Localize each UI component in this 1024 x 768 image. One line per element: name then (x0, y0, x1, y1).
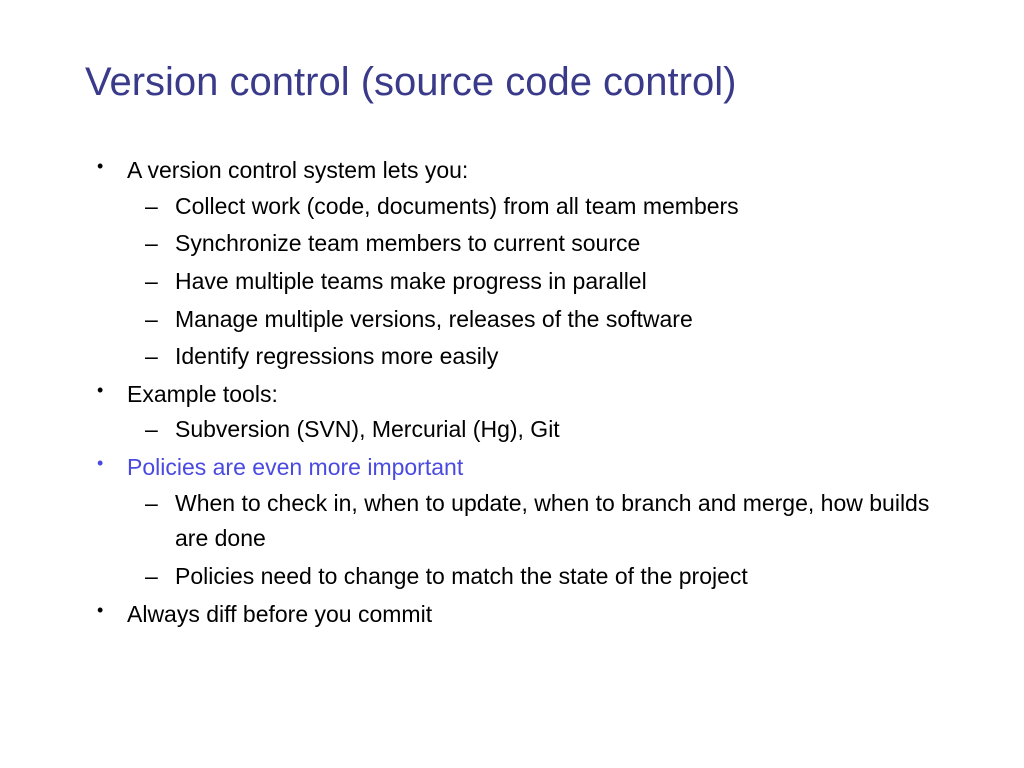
bullet-list-level2: When to check in, when to update, when t… (127, 486, 939, 595)
sub-bullet-item: Manage multiple versions, releases of th… (127, 302, 939, 338)
sub-bullet-item: Collect work (code, documents) from all … (127, 189, 939, 225)
bullet-text: A version control system lets you: (127, 157, 468, 183)
sub-bullet-text: Identify regressions more easily (175, 343, 498, 369)
sub-bullet-text: Have multiple teams make progress in par… (175, 268, 647, 294)
bullet-item: Example tools: Subversion (SVN), Mercuri… (85, 377, 939, 448)
sub-bullet-item: Synchronize team members to current sour… (127, 226, 939, 262)
sub-bullet-text: When to check in, when to update, when t… (175, 490, 929, 552)
bullet-text: Always diff before you commit (127, 601, 432, 627)
bullet-text: Example tools: (127, 381, 278, 407)
sub-bullet-item: Identify regressions more easily (127, 339, 939, 375)
bullet-list-level2: Subversion (SVN), Mercurial (Hg), Git (127, 412, 939, 448)
sub-bullet-text: Collect work (code, documents) from all … (175, 193, 739, 219)
slide-title: Version control (source code control) (85, 60, 939, 105)
sub-bullet-item: Policies need to change to match the sta… (127, 559, 939, 595)
bullet-item: Always diff before you commit (85, 597, 939, 633)
sub-bullet-text: Subversion (SVN), Mercurial (Hg), Git (175, 416, 560, 442)
bullet-text: Policies are even more important (127, 454, 463, 480)
bullet-list-level1: A version control system lets you: Colle… (85, 153, 939, 632)
bullet-item-highlighted: Policies are even more important When to… (85, 450, 939, 595)
sub-bullet-item: Have multiple teams make progress in par… (127, 264, 939, 300)
sub-bullet-text: Policies need to change to match the sta… (175, 563, 748, 589)
sub-bullet-text: Synchronize team members to current sour… (175, 230, 640, 256)
bullet-item: A version control system lets you: Colle… (85, 153, 939, 375)
slide-content: A version control system lets you: Colle… (85, 153, 939, 632)
bullet-list-level2: Collect work (code, documents) from all … (127, 189, 939, 375)
sub-bullet-text: Manage multiple versions, releases of th… (175, 306, 693, 332)
sub-bullet-item: Subversion (SVN), Mercurial (Hg), Git (127, 412, 939, 448)
sub-bullet-item: When to check in, when to update, when t… (127, 486, 939, 557)
